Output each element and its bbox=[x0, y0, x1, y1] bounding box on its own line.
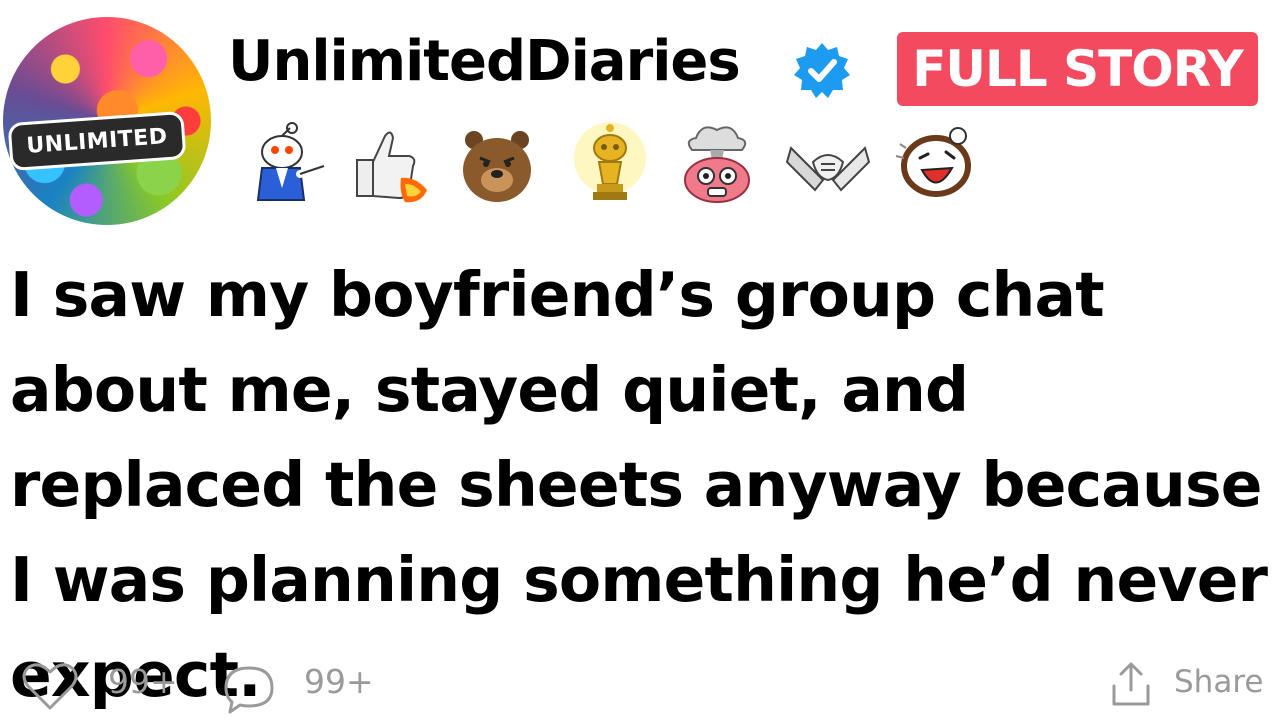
laughing-face-icon bbox=[895, 127, 971, 197]
share-label[interactable]: Share bbox=[1174, 662, 1263, 702]
share-icon[interactable] bbox=[1106, 660, 1156, 710]
verified-check-icon bbox=[794, 43, 850, 98]
gold-trophy-snoo-icon bbox=[574, 122, 646, 200]
avatar-badge: UNLIMITED bbox=[7, 110, 187, 172]
like-count: 99+ bbox=[108, 662, 178, 701]
full-story-label: FULL STORY bbox=[912, 40, 1243, 98]
heart-icon[interactable] bbox=[20, 658, 80, 712]
pointing-snoo-icon bbox=[256, 122, 328, 201]
username[interactable]: UnlimitedDiaries bbox=[228, 22, 741, 102]
comment-count: 99+ bbox=[304, 662, 374, 701]
bear-icon bbox=[463, 131, 531, 202]
handshake-icon bbox=[785, 146, 871, 192]
mind-blown-icon bbox=[684, 126, 750, 203]
avatar-badge-label: UNLIMITED bbox=[25, 123, 169, 159]
thumbs-up-rocket-icon bbox=[356, 131, 427, 203]
avatar[interactable]: UNLIMITED bbox=[3, 17, 211, 225]
comment-icon[interactable] bbox=[220, 662, 278, 716]
full-story-button[interactable]: FULL STORY bbox=[897, 32, 1258, 106]
post-actions-bar: 99+ 99+ Share bbox=[0, 650, 1280, 720]
